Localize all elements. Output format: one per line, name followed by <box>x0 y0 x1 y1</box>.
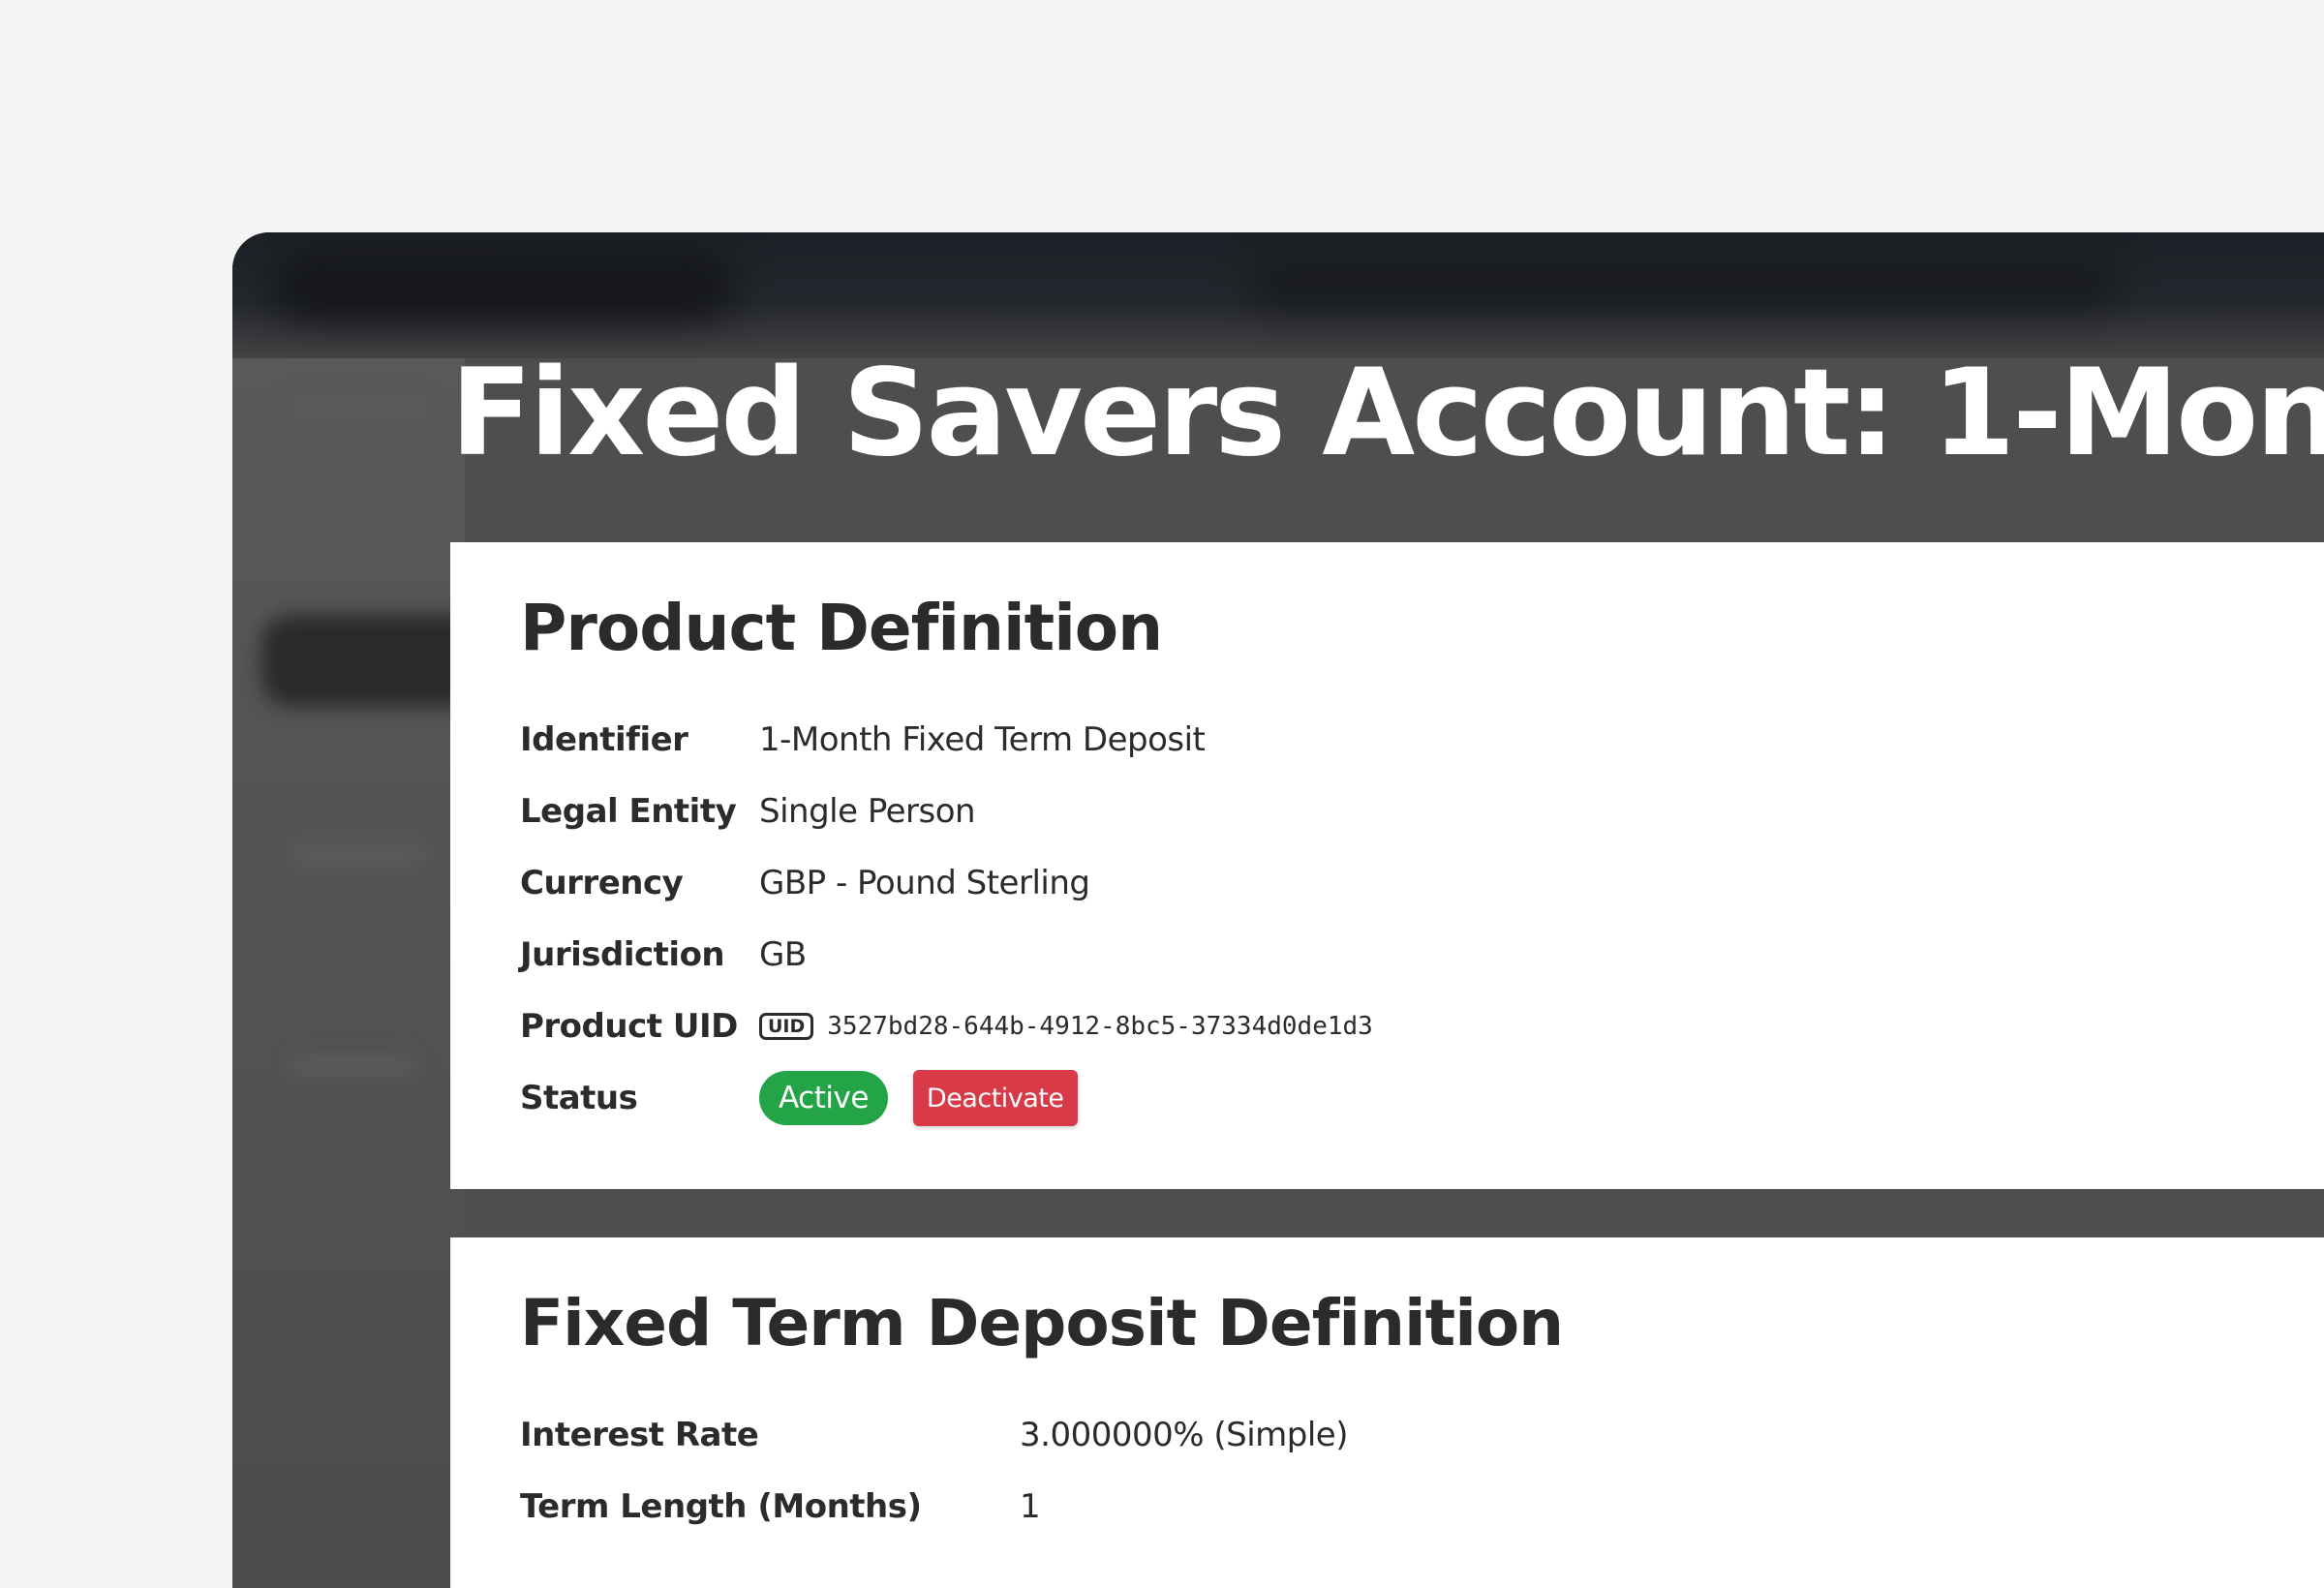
term-length-label: Term Length (Months) <box>520 1487 922 1526</box>
product-definition-card: Product Definition Identifier 1-Month Fi… <box>450 542 2324 1189</box>
currency-label: Currency <box>520 864 684 902</box>
blurred-logo <box>271 252 736 320</box>
blurred-sidebar-item <box>290 842 426 864</box>
jurisdiction-row: Jurisdiction GB <box>520 919 2317 991</box>
interest-rate-value: 3.000000% (Simple) <box>1020 1416 1348 1454</box>
interest-rate-row: Interest Rate 3.000000% (Simple) <box>520 1399 2317 1471</box>
product-definition-heading: Product Definition <box>520 591 1163 665</box>
term-length-row: Term Length (Months) 1 <box>520 1471 2317 1542</box>
currency-row: Currency GBP - Pound Sterling <box>520 847 2317 919</box>
blurred-sidebar <box>232 358 494 1588</box>
deactivate-button[interactable]: Deactivate <box>912 1070 1078 1126</box>
jurisdiction-label: Jurisdiction <box>520 935 725 974</box>
top-navigation-bar <box>232 232 2324 358</box>
status-badge: Active <box>759 1071 888 1125</box>
page-title: Fixed Savers Account: 1-Month Fixed Term… <box>450 344 2324 483</box>
product-uid-label: Product UID <box>520 1007 738 1046</box>
interest-rate-label: Interest Rate <box>520 1416 759 1454</box>
currency-value: GBP - Pound Sterling <box>759 864 1090 902</box>
blurred-sidebar-item <box>290 397 426 418</box>
status-row: Status Active Deactivate <box>520 1062 2317 1134</box>
blurred-nav-items <box>1249 260 2121 308</box>
blurred-sidebar-item <box>290 1055 416 1077</box>
identifier-row: Identifier 1-Month Fixed Term Deposit <box>520 704 2317 776</box>
app-window: Fixed Savers Account: 1-Month Fixed Term… <box>232 232 2324 1588</box>
identifier-value: 1-Month Fixed Term Deposit <box>759 720 1206 759</box>
legal-entity-label: Legal Entity <box>520 792 737 831</box>
legal-entity-row: Legal Entity Single Person <box>520 776 2317 847</box>
legal-entity-value: Single Person <box>759 792 976 831</box>
product-uid-row: Product UID UID 3527bd28-644b-4912-8bc5-… <box>520 991 2317 1062</box>
product-uid-value: 3527bd28-644b-4912-8bc5-37334d0de1d3 <box>827 1012 1373 1041</box>
term-length-value: 1 <box>1020 1487 1041 1526</box>
identifier-label: Identifier <box>520 720 688 759</box>
fixed-term-deposit-definition-card: Fixed Term Deposit Definition Interest R… <box>450 1237 2324 1588</box>
jurisdiction-value: GB <box>759 935 807 974</box>
uid-icon: UID <box>759 1013 814 1040</box>
fixed-term-deposit-definition-heading: Fixed Term Deposit Definition <box>520 1286 1564 1360</box>
status-label: Status <box>520 1079 638 1117</box>
